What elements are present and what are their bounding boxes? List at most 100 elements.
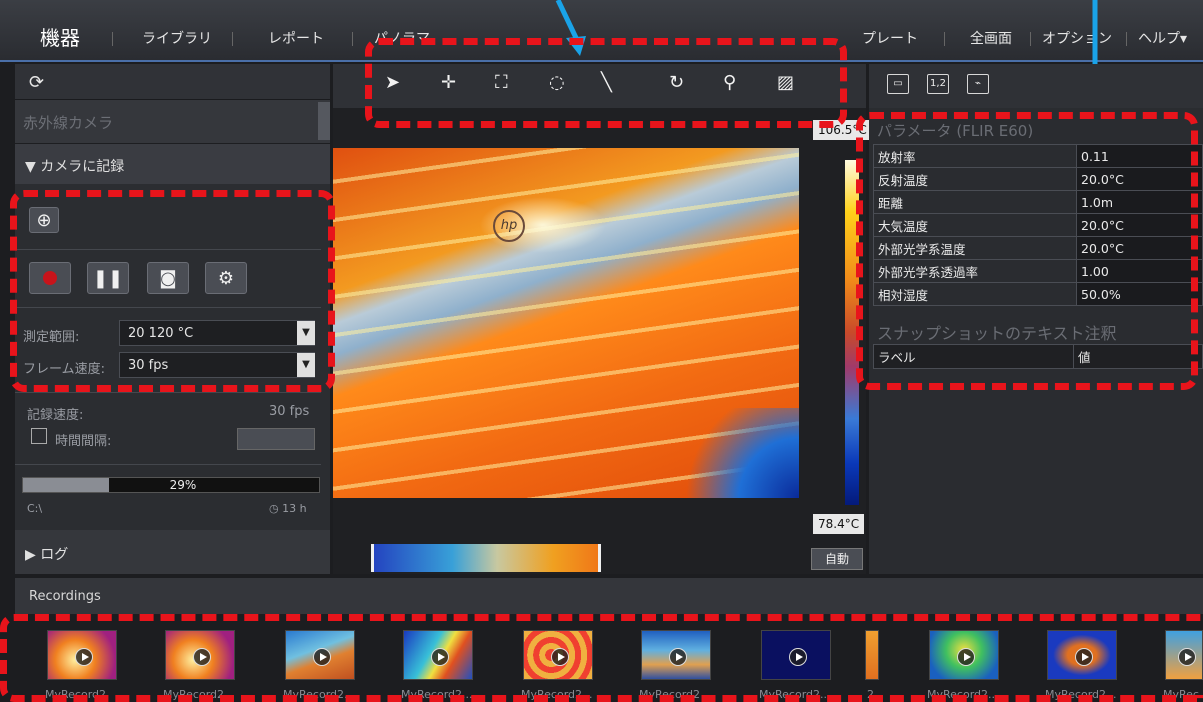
param-row[interactable]: 相対湿度 50.0%: [873, 282, 1203, 306]
play-icon: [669, 648, 687, 666]
play-icon: [789, 648, 807, 666]
recording-thumbnail[interactable]: [165, 630, 235, 680]
play-icon: [957, 648, 975, 666]
recording-label: MyRecord2...: [759, 688, 831, 701]
param-row[interactable]: 大気温度 20.0°C: [873, 213, 1203, 237]
box-tool-icon[interactable]: ⛶: [495, 72, 508, 93]
recording-label: MyRecord2...: [163, 688, 235, 701]
log-section-title[interactable]: ▶ ログ: [15, 530, 330, 574]
param-row[interactable]: 距離 1.0m: [873, 190, 1203, 214]
chevron-down-icon[interactable]: ▼: [297, 321, 315, 345]
recording-thumbnail[interactable]: [641, 630, 711, 680]
histogram-slider[interactable]: [371, 544, 601, 572]
pause-button[interactable]: ❚❚: [87, 262, 129, 294]
left-panel: ⟳ 赤外線カメラ ▼ カメラに記録 ⊕ ❚❚ ◙ ⚙ 測定範囲: 20 120 …: [15, 64, 330, 574]
param-value[interactable]: 0.11: [1076, 144, 1203, 168]
menu-separator: [112, 32, 113, 46]
crosshair-icon: ⊕: [36, 209, 52, 231]
thermal-image[interactable]: hp: [333, 148, 799, 498]
menu-separator: [1030, 32, 1031, 46]
pause-icon: ❚❚: [92, 267, 124, 289]
param-value[interactable]: 20.0°C: [1076, 236, 1203, 260]
zoom-icon[interactable]: ⚲: [723, 72, 736, 93]
parameters-table: 放射率 0.11 反射温度 20.0°C 距離 1.0m 大気温度 20.0°C 外部光…: [873, 144, 1203, 306]
refresh-icon[interactable]: ⟳: [29, 72, 44, 93]
record-dot-icon: [43, 271, 57, 285]
record-section-title[interactable]: ▼ カメラに記録: [15, 144, 330, 184]
recording-label: MyRec: [1163, 688, 1199, 701]
auto-button[interactable]: 自動: [811, 548, 863, 570]
range-select[interactable]: 20 120 °C: [119, 320, 315, 346]
recording-label: MyRecord2...: [401, 688, 473, 701]
chart-tab-icon[interactable]: ⌁: [967, 74, 989, 94]
menu-fullscreen[interactable]: 全画面: [970, 28, 1012, 48]
fps-select[interactable]: 30 fps: [119, 352, 315, 378]
menu-report[interactable]: レポート: [268, 28, 324, 48]
max-temp-label[interactable]: 106.5°C: [813, 120, 872, 140]
focus-button[interactable]: ⊕: [29, 207, 59, 233]
menu-separator: [944, 32, 945, 46]
recordings-header: Recordings: [15, 578, 1203, 614]
recording-thumbnail[interactable]: [1165, 630, 1203, 680]
parameters-title: パラメータ (FLIR E60): [877, 122, 1034, 140]
recording-thumbnail[interactable]: [1047, 630, 1117, 680]
camera-scrollbar[interactable]: [318, 102, 330, 140]
param-row[interactable]: 外部光学系透過率 1.00: [873, 259, 1203, 283]
param-value[interactable]: 20.0°C: [1076, 213, 1203, 237]
chevron-down-icon[interactable]: ▼: [297, 353, 315, 377]
recording-label: 2: [867, 688, 874, 701]
param-row[interactable]: 放射率 0.11: [873, 144, 1203, 168]
menu-panorama[interactable]: パノラマ: [374, 28, 430, 48]
min-temp-label[interactable]: 78.4°C: [813, 514, 865, 534]
camera-selector[interactable]: 赤外線カメラ: [15, 100, 330, 144]
circle-tool-icon[interactable]: ◌: [549, 72, 565, 93]
param-value[interactable]: 1.00: [1076, 259, 1203, 283]
storage-progress-bar: 29%: [22, 477, 320, 493]
play-icon: [431, 648, 449, 666]
settings-button[interactable]: ⚙: [205, 262, 247, 294]
snapshot-annotation-table: ラベル 値: [873, 344, 1203, 369]
recording-thumbnail[interactable]: [929, 630, 999, 680]
palette-icon[interactable]: ▨: [777, 72, 794, 93]
snapshot-annotation-title: スナップショットのテキスト注釈: [877, 324, 1117, 343]
play-icon: [1075, 648, 1093, 666]
param-value[interactable]: 1.0m: [1076, 190, 1203, 214]
parameters-panel: パラメータ (FLIR E60) 放射率 0.11 反射温度 20.0°C 距離 1.…: [869, 108, 1203, 574]
param-value[interactable]: 50.0%: [1076, 282, 1203, 306]
line-tool-icon[interactable]: ╲: [601, 72, 612, 93]
rotate-icon[interactable]: ↻: [669, 72, 684, 93]
menu-plate[interactable]: プレート: [862, 28, 918, 48]
recording-thumbnail[interactable]: [523, 630, 593, 680]
recording-thumbnail[interactable]: [403, 630, 473, 680]
select-arrow-icon[interactable]: ➤: [385, 72, 400, 93]
menu-separator: [352, 32, 353, 46]
recording-thumbnail[interactable]: [47, 630, 117, 680]
snapshot-button[interactable]: ◙: [147, 262, 189, 294]
measurement-tab-icon[interactable]: 1,2: [927, 74, 949, 94]
recording-thumbnail[interactable]: [285, 630, 355, 680]
param-row[interactable]: 外部光学系温度 20.0°C: [873, 236, 1203, 260]
divider: [15, 464, 321, 465]
play-icon: [313, 648, 331, 666]
image-tab-icon[interactable]: ▭: [887, 74, 909, 94]
record-button[interactable]: [29, 262, 71, 294]
recording-label: MyRecord2...: [283, 688, 355, 701]
column-header-value: 値: [1073, 344, 1203, 369]
param-row[interactable]: 反射温度 20.0°C: [873, 167, 1203, 191]
fps-label: フレーム速度:: [23, 362, 105, 377]
interval-input[interactable]: [237, 428, 315, 450]
recording-thumbnail[interactable]: [761, 630, 831, 680]
menu-library[interactable]: ライブラリ: [142, 28, 212, 48]
param-name: 距離: [873, 190, 1077, 214]
spot-tool-icon[interactable]: ✛: [441, 72, 456, 93]
color-scale-bar: [845, 160, 859, 505]
interval-checkbox[interactable]: [31, 428, 47, 444]
cold-region: [679, 408, 799, 498]
range-label: 測定範囲:: [23, 330, 80, 345]
menu-instruments[interactable]: 機器: [40, 22, 80, 51]
recording-thumbnail[interactable]: [865, 630, 879, 680]
image-toolbar: ➤ ✛ ⛶ ◌ ╲ ↻ ⚲ ▨: [333, 64, 866, 108]
menu-help[interactable]: ヘルプ▾: [1138, 28, 1187, 48]
camera-icon: ◙: [159, 267, 177, 289]
param-value[interactable]: 20.0°C: [1076, 167, 1203, 191]
